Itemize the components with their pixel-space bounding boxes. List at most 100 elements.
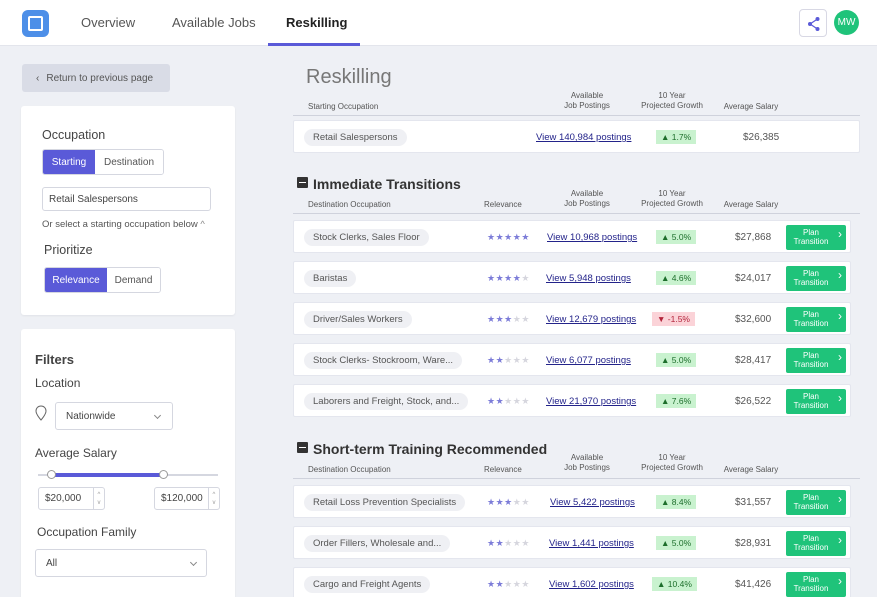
share-button[interactable] <box>799 9 827 37</box>
occupation-family-select[interactable]: All <box>35 549 207 577</box>
col-relevance: Relevance <box>484 200 522 209</box>
col-projected-growth: 10 Year Projected Growth <box>641 91 703 110</box>
salary-label: Average Salary <box>35 446 117 460</box>
relevance-stars-icon: ★★★★★ <box>487 273 530 283</box>
average-salary: $41,426 <box>735 579 772 590</box>
table-row: Driver/Sales Workers ★★★★★ View 12,679 pos… <box>293 302 851 335</box>
relevance-stars-icon: ★★★★★ <box>487 538 530 548</box>
header-divider <box>293 478 860 479</box>
salary-min-value: $20,000 <box>45 493 82 504</box>
location-value: Nationwide <box>66 410 116 422</box>
col-projected-growth: 10 Year Projected Growth <box>641 189 703 208</box>
table-row: Order Fillers, Wholesale and... ★★★★★ View… <box>293 526 851 559</box>
starting-occupation-chip[interactable]: Retail Salespersons <box>304 129 407 146</box>
section-title-short-term: Short-term Training Recommended <box>313 441 548 457</box>
active-tab-indicator <box>268 43 360 46</box>
relevance-stars-icon: ★★★★★ <box>487 355 530 365</box>
stepper-arrows-icon[interactable]: ^ v <box>208 488 219 509</box>
app-logo-icon[interactable] <box>22 10 49 37</box>
tab-available-jobs[interactable]: Available Jobs <box>172 15 256 30</box>
growth-badge: ▲ 10.4% <box>652 577 697 591</box>
occupation-input[interactable]: Retail Salespersons <box>42 187 211 211</box>
toggle-demand[interactable]: Demand <box>107 268 160 292</box>
postings-link[interactable]: View 5,948 postings <box>546 273 631 284</box>
col-average-salary: Average Salary <box>723 465 779 474</box>
col-projected-growth: 10 Year Projected Growth <box>641 453 703 472</box>
plan-transition-button[interactable]: Plan Transition <box>786 307 846 332</box>
occupation-family-value: All <box>46 557 58 569</box>
average-salary: $24,017 <box>735 273 772 284</box>
postings-link[interactable]: View 12,679 postings <box>546 314 636 325</box>
col-available-postings: Available Job Postings <box>564 91 610 110</box>
col-available-postings: Available Job Postings <box>564 453 610 472</box>
postings-link[interactable]: View 5,422 postings <box>550 497 635 508</box>
salary-max-handle[interactable] <box>159 470 168 479</box>
user-avatar[interactable]: MW <box>834 10 859 35</box>
postings-link[interactable]: View 10,968 postings <box>547 232 637 243</box>
postings-link[interactable]: View 1,441 postings <box>549 538 634 549</box>
prioritize-toggle: Relevance Demand <box>44 267 161 293</box>
prioritize-label: Prioritize <box>44 243 93 257</box>
toggle-starting[interactable]: Starting <box>43 150 95 174</box>
starting-occupation-row: Retail Salespersons View 140,984 posting… <box>293 120 860 153</box>
occupation-chip[interactable]: Driver/Sales Workers <box>304 311 412 328</box>
table-row: Cargo and Freight Agents ★★★★★ View 1,602 … <box>293 567 851 597</box>
chevron-down-icon <box>153 411 162 420</box>
occupation-chip[interactable]: Baristas <box>304 270 357 287</box>
collapse-immediate-icon[interactable] <box>297 177 308 188</box>
relevance-stars-icon: ★★★★★ <box>487 579 530 589</box>
average-salary: $28,417 <box>735 355 772 366</box>
tab-overview[interactable]: Overview <box>81 15 135 30</box>
filters-panel: Filters Location Nationwide Average Sala… <box>21 329 235 597</box>
select-occupation-hint[interactable]: Or select a starting occupation below ^ <box>42 219 205 230</box>
plan-transition-button[interactable]: Plan Transition <box>786 225 846 250</box>
share-icon <box>808 17 820 31</box>
occupation-chip[interactable]: Stock Clerks, Sales Floor <box>304 229 429 246</box>
starting-salary: $26,385 <box>743 132 780 143</box>
occupation-chip[interactable]: Laborers and Freight, Stock, and... <box>304 393 469 410</box>
tab-reskilling[interactable]: Reskilling <box>286 15 347 30</box>
occupation-chip[interactable]: Cargo and Freight Agents <box>304 576 431 593</box>
postings-link[interactable]: View 1,602 postings <box>549 579 634 590</box>
table-row: Stock Clerks, Sales Floor ★★★★★ View 10,96… <box>293 220 851 253</box>
plan-transition-button[interactable]: Plan Transition <box>786 531 846 556</box>
occupation-chip[interactable]: Stock Clerks- Stockroom, Ware... <box>304 352 463 369</box>
relevance-stars-icon: ★★★★★ <box>487 396 530 406</box>
plan-transition-button[interactable]: Plan Transition <box>786 572 846 597</box>
salary-min-handle[interactable] <box>47 470 56 479</box>
return-button-label: Return to previous page <box>46 72 154 84</box>
average-salary: $28,931 <box>735 538 772 549</box>
col-average-salary: Average Salary <box>723 200 779 209</box>
growth-badge: ▲ 7.6% <box>656 394 697 408</box>
plan-transition-button[interactable]: Plan Transition <box>786 348 846 373</box>
salary-min-input[interactable]: $20,000 ^ v <box>38 487 105 510</box>
collapse-short-term-icon[interactable] <box>297 442 308 453</box>
salary-max-input[interactable]: $120,000 ^ v <box>154 487 220 510</box>
plan-transition-button[interactable]: Plan Transition <box>786 389 846 414</box>
salary-max-value: $120,000 <box>161 493 203 504</box>
plan-transition-button[interactable]: Plan Transition <box>786 266 846 291</box>
occupation-chip[interactable]: Order Fillers, Wholesale and... <box>304 535 451 552</box>
col-starting-occupation: Starting Occupation <box>308 102 379 111</box>
table-row: Stock Clerks- Stockroom, Ware... ★★★★★ Vie… <box>293 343 851 376</box>
toggle-relevance[interactable]: Relevance <box>45 268 107 292</box>
stepper-arrows-icon[interactable]: ^ v <box>93 488 104 509</box>
return-button[interactable]: ‹ Return to previous page <box>22 64 170 92</box>
postings-link[interactable]: View 6,077 postings <box>546 355 631 366</box>
starting-postings-link[interactable]: View 140,984 postings <box>536 132 631 143</box>
plan-transition-button[interactable]: Plan Transition <box>786 490 846 515</box>
chevron-up-icon: ^ <box>200 219 205 230</box>
location-select[interactable]: Nationwide <box>55 402 173 430</box>
growth-badge: ▲ 4.6% <box>656 271 697 285</box>
occupation-chip[interactable]: Retail Loss Prevention Specialists <box>304 494 466 511</box>
relevance-stars-icon: ★★★★★ <box>487 314 530 324</box>
growth-badge: ▲ 5.0% <box>656 230 697 244</box>
occupation-label: Occupation <box>42 128 106 142</box>
postings-link[interactable]: View 21,970 postings <box>546 396 636 407</box>
growth-badge: ▲ 5.0% <box>656 536 697 550</box>
location-pin-icon <box>35 405 47 421</box>
toggle-destination[interactable]: Destination <box>95 150 163 174</box>
table-row: Retail Loss Prevention Specialists ★★★★★ V… <box>293 485 851 518</box>
col-destination-occupation: Destination Occupation <box>308 465 391 474</box>
relevance-stars-icon: ★★★★★ <box>487 232 530 242</box>
